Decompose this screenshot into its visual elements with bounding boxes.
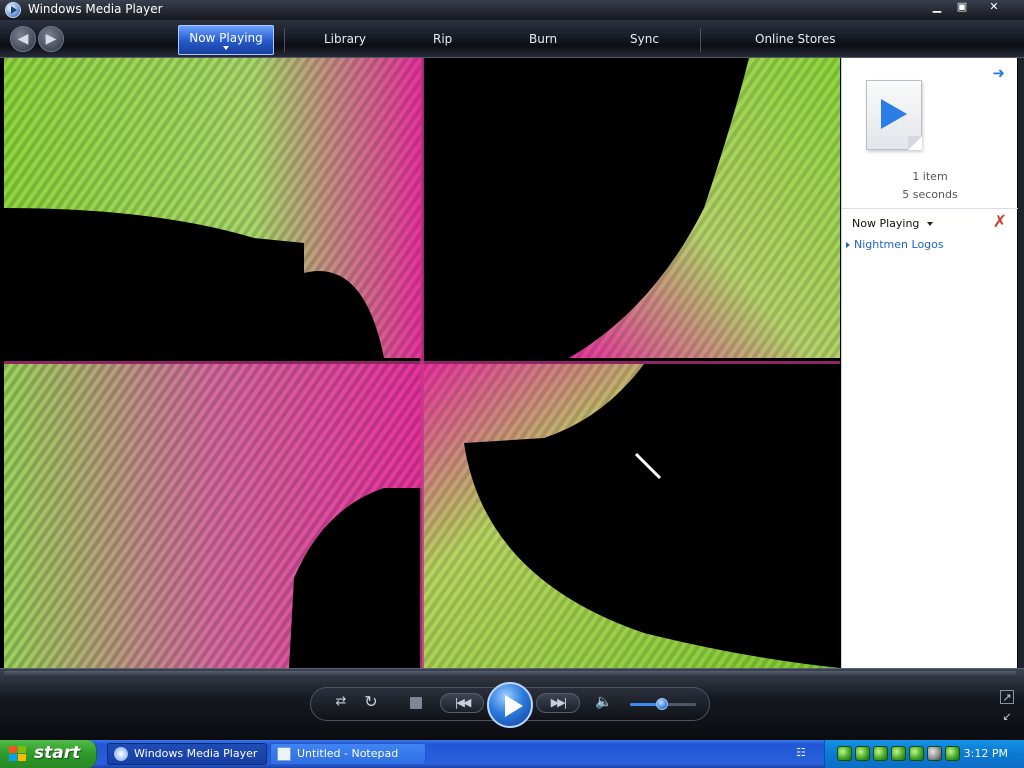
now-playing-label: Now Playing	[852, 217, 920, 230]
back-arrow-icon: ◀	[17, 31, 29, 47]
start-label: start	[34, 743, 81, 763]
media-file-icon	[866, 80, 922, 150]
tab-library[interactable]: Library	[324, 32, 366, 46]
taskbar-item-media-player[interactable]: Windows Media Player	[107, 743, 267, 765]
network-icon[interactable]	[855, 746, 870, 761]
tab-rip[interactable]: Rip	[433, 32, 452, 46]
item-count: 1 item	[912, 170, 948, 183]
fullscreen-icon[interactable]: ↗	[1000, 690, 1014, 704]
windows-logo-icon	[9, 746, 27, 762]
taskbar-item-label: Untitled - Notepad	[297, 747, 399, 760]
keyboard-icon[interactable]: ☷	[796, 747, 810, 759]
media-player-icon	[5, 2, 21, 18]
window-title: Windows Media Player	[28, 2, 163, 16]
pane-border	[1018, 58, 1024, 668]
chevron-down-icon	[223, 46, 229, 50]
divider	[842, 208, 1018, 209]
network-icon[interactable]	[909, 746, 924, 761]
compact-mode-icon[interactable]: ↙	[1000, 710, 1014, 724]
shuffle-icon[interactable]: ⇄	[330, 692, 352, 714]
next-icon[interactable]: ▶▶|	[536, 693, 580, 713]
system-tray: 3:12 PM	[824, 740, 1024, 768]
now-playing-dropdown[interactable]: Now Playing	[852, 217, 934, 230]
close-button[interactable]: ✕	[978, 0, 1010, 14]
seek-bar[interactable]	[4, 671, 1016, 677]
divider	[284, 28, 285, 52]
tab-now-playing[interactable]: Now Playing	[178, 25, 274, 55]
clock: 3:12 PM	[963, 747, 1008, 760]
update-icon[interactable]	[945, 746, 960, 761]
playlist-pane: ➜ 1 item 5 seconds Now Playing ✗ Nightme…	[841, 58, 1024, 668]
maximize-button[interactable]: ▣	[951, 0, 973, 14]
network-icon[interactable]	[891, 746, 906, 761]
forward-arrow-icon: ▶	[45, 31, 57, 47]
previous-icon[interactable]: |◀◀	[440, 693, 484, 713]
tab-sync[interactable]: Sync	[630, 32, 659, 46]
volume-icon[interactable]: 🔈	[594, 692, 614, 712]
media-player-icon	[114, 747, 128, 761]
tab-online-stores[interactable]: Online Stores	[755, 32, 836, 46]
title-bar: Windows Media Player ▁ ▣ ✕	[0, 0, 1024, 20]
arrow-right-icon[interactable]: ➜	[992, 64, 1005, 82]
playlist-duration: 5 seconds	[902, 188, 958, 201]
clear-list-icon[interactable]: ✗	[993, 212, 1007, 232]
navigation-bar: ◀ ▶ Now Playing Library Rip Burn Sync On…	[0, 20, 1024, 58]
volume-slider-thumb[interactable]	[656, 698, 668, 710]
minimize-button[interactable]: ▁	[926, 0, 948, 14]
play-indicator-icon	[846, 242, 850, 248]
taskbar-item-notepad[interactable]: Untitled - Notepad	[270, 743, 426, 765]
taskbar: start Windows Media Player Untitled - No…	[0, 740, 1024, 768]
playlist-item[interactable]: Nightmen Logos	[846, 238, 944, 251]
network-icon[interactable]	[873, 746, 888, 761]
stop-icon[interactable]	[410, 697, 422, 709]
visualization-graphic	[4, 58, 840, 668]
notepad-icon	[277, 747, 291, 761]
play-icon[interactable]	[487, 682, 533, 728]
divider	[700, 28, 701, 52]
tab-label: Now Playing	[189, 31, 263, 45]
track-title: Nightmen Logos	[854, 238, 944, 251]
tab-burn[interactable]: Burn	[529, 32, 557, 46]
taskbar-item-label: Windows Media Player	[134, 747, 258, 760]
repeat-icon[interactable]: ↻	[360, 692, 382, 714]
forward-button[interactable]: ▶	[38, 26, 64, 52]
chevron-down-icon	[927, 222, 934, 226]
visualization-area[interactable]	[4, 58, 840, 668]
back-button[interactable]: ◀	[10, 26, 36, 52]
start-button[interactable]: start	[0, 740, 97, 768]
network-icon[interactable]	[837, 746, 852, 761]
security-icon[interactable]	[927, 746, 942, 761]
